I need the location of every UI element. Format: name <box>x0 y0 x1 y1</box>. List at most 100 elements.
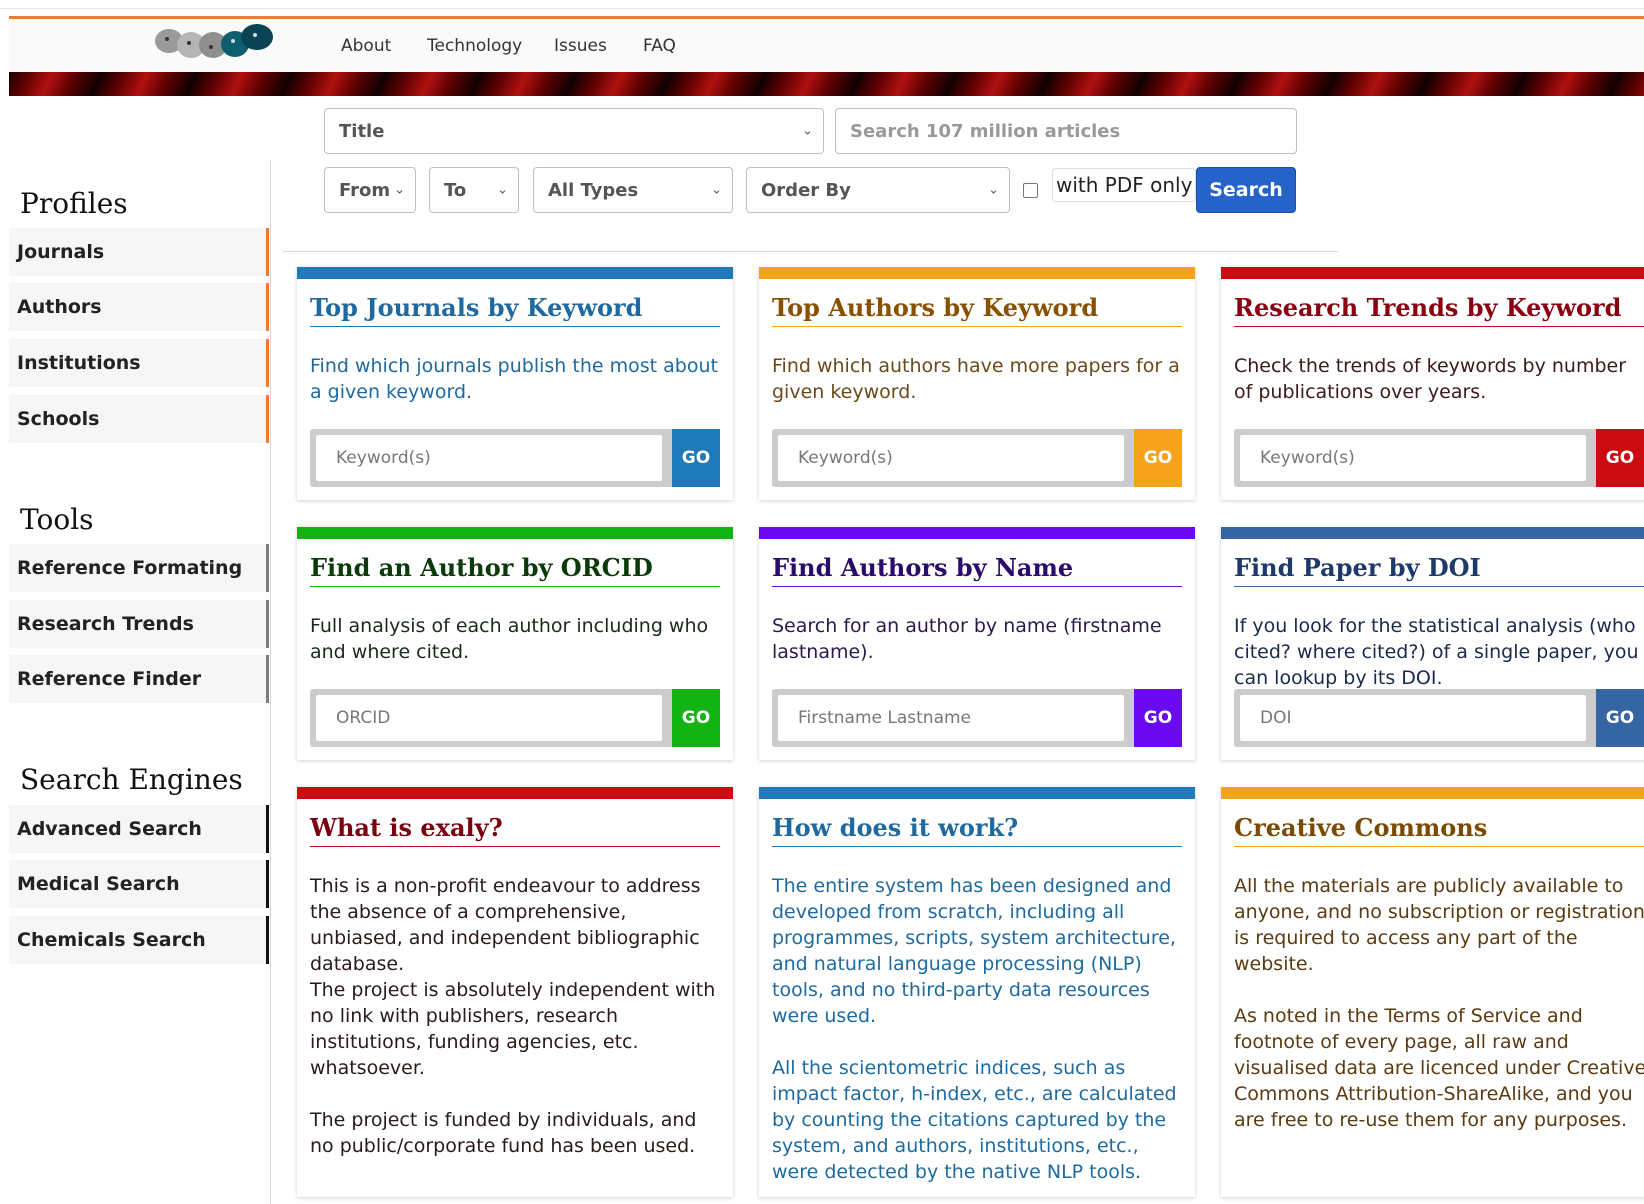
doi-search-group: DOI GO <box>1234 689 1644 747</box>
sidebar-item-authors[interactable]: Authors <box>9 283 269 331</box>
sidebar-item-institutions[interactable]: Institutions <box>9 339 269 387</box>
doi-input[interactable]: DOI <box>1240 695 1586 741</box>
card-title[interactable]: Find Authors by Name <box>772 553 1182 587</box>
profiles-heading: Profiles <box>20 187 128 220</box>
card-title[interactable]: Top Journals by Keyword <box>310 293 720 327</box>
from-year-value: From <box>339 179 391 201</box>
chevron-down-icon: ⌄ <box>394 182 405 198</box>
card-research-trends: Research Trends by Keyword Check the tre… <box>1221 267 1644 500</box>
logo-dice-icon[interactable] <box>149 19 309 69</box>
search-input-placeholder: Search 107 million articles <box>850 120 1121 142</box>
chevron-down-icon: ⌄ <box>497 182 508 198</box>
pdf-only-checkbox[interactable] <box>1023 183 1038 198</box>
card-creative-commons: Creative Commons All the materials are p… <box>1221 787 1644 1197</box>
type-select[interactable]: All Types ⌄ <box>533 167 733 213</box>
chevron-down-icon: ⌄ <box>802 123 813 139</box>
card-how-does-it-work: How does it work? The entire system has … <box>759 787 1195 1197</box>
card-orcid: Find an Author by ORCID Full analysis of… <box>297 527 733 760</box>
card-paragraph: The project is funded by individuals, an… <box>310 1109 697 1157</box>
from-year-select[interactable]: From ⌄ <box>324 167 416 213</box>
input-placeholder: Keyword(s) <box>336 448 431 468</box>
sidebar-item-journals[interactable]: Journals <box>9 228 269 276</box>
card-color-bar <box>759 267 1195 279</box>
nav-technology[interactable]: Technology <box>427 36 522 56</box>
sidebar-item-advanced-search[interactable]: Advanced Search <box>9 805 269 853</box>
card-title: Creative Commons <box>1234 813 1644 847</box>
top-navbar: About Technology Issues FAQ <box>9 16 1644 72</box>
sidebar-item-medical-search[interactable]: Medical Search <box>9 860 269 908</box>
nav-about[interactable]: About <box>341 36 391 56</box>
order-select-value: Order By <box>761 179 851 201</box>
card-title[interactable]: Top Authors by Keyword <box>772 293 1182 327</box>
author-name-input[interactable]: Firstname Lastname <box>778 695 1124 741</box>
doi-go-button[interactable]: GO <box>1596 689 1644 747</box>
orcid-input[interactable]: ORCID <box>316 695 662 741</box>
card-description: Find which journals publish the most abo… <box>310 355 718 403</box>
card-color-bar <box>759 527 1195 539</box>
card-title[interactable]: Find an Author by ORCID <box>310 553 720 587</box>
keyword-search-group: Keyword(s) GO <box>772 429 1182 487</box>
authors-keyword-input[interactable]: Keyword(s) <box>778 435 1124 481</box>
card-paragraph: As noted in the Terms of Service and foo… <box>1234 1005 1644 1131</box>
input-placeholder: Keyword(s) <box>1260 448 1355 468</box>
search-field-select[interactable]: Title ⌄ <box>324 108 824 154</box>
name-search-group: Firstname Lastname GO <box>772 689 1182 747</box>
top-divider <box>0 8 1644 9</box>
chevron-down-icon: ⌄ <box>711 182 722 198</box>
search-field-select-value: Title <box>339 120 385 142</box>
orcid-go-button[interactable]: GO <box>672 689 720 747</box>
to-year-value: To <box>444 179 467 201</box>
card-title[interactable]: Research Trends by Keyword <box>1234 293 1644 327</box>
pdf-only-label[interactable]: with PDF only <box>1052 168 1197 202</box>
journals-keyword-input[interactable]: Keyword(s) <box>316 435 662 481</box>
card-description: Check the trends of keywords by number o… <box>1234 355 1627 403</box>
sidebar-item-reference-formating[interactable]: Reference Formating <box>9 544 269 592</box>
card-paragraph: All the materials are publicly available… <box>1234 875 1644 975</box>
nav-issues[interactable]: Issues <box>554 36 607 56</box>
input-placeholder: ORCID <box>336 708 391 728</box>
card-color-bar <box>297 527 733 539</box>
order-select[interactable]: Order By ⌄ <box>746 167 1010 213</box>
sidebar-item-reference-finder[interactable]: Reference Finder <box>9 655 269 703</box>
nav-faq[interactable]: FAQ <box>643 36 676 56</box>
card-color-bar <box>1221 787 1644 799</box>
card-description: Search for an author by name (firstname … <box>772 615 1162 663</box>
card-paragraph: All the scientometric indices, such as i… <box>772 1057 1177 1183</box>
content-divider <box>283 251 1338 252</box>
chevron-down-icon: ⌄ <box>988 182 999 198</box>
sidebar-item-research-trends[interactable]: Research Trends <box>9 600 269 648</box>
sidebar-item-schools[interactable]: Schools <box>9 395 269 443</box>
orcid-search-group: ORCID GO <box>310 689 720 747</box>
card-top-journals: Top Journals by Keyword Find which journ… <box>297 267 733 500</box>
search-button[interactable]: Search <box>1196 167 1296 213</box>
search-engines-heading: Search Engines <box>20 763 243 796</box>
card-paper-by-doi: Find Paper by DOI If you look for the st… <box>1221 527 1644 760</box>
search-input[interactable]: Search 107 million articles <box>835 108 1297 154</box>
card-top-authors: Top Authors by Keyword Find which author… <box>759 267 1195 500</box>
input-placeholder: Keyword(s) <box>798 448 893 468</box>
keyword-search-group: Keyword(s) GO <box>310 429 720 487</box>
authors-go-button[interactable]: GO <box>1134 429 1182 487</box>
card-description: Find which authors have more papers for … <box>772 355 1180 403</box>
card-paragraph: The entire system has been designed and … <box>772 875 1176 1027</box>
sidebar-item-chemicals-search[interactable]: Chemicals Search <box>9 916 269 964</box>
journals-go-button[interactable]: GO <box>672 429 720 487</box>
input-placeholder: Firstname Lastname <box>798 708 972 728</box>
keyword-search-group: Keyword(s) GO <box>1234 429 1644 487</box>
to-year-select[interactable]: To ⌄ <box>429 167 519 213</box>
card-color-bar <box>759 787 1195 799</box>
author-name-go-button[interactable]: GO <box>1134 689 1182 747</box>
sidebar-divider <box>270 160 271 1204</box>
card-color-bar <box>1221 527 1644 539</box>
card-title[interactable]: Find Paper by DOI <box>1234 553 1644 587</box>
card-title: How does it work? <box>772 813 1182 847</box>
card-title: What is exaly? <box>310 813 720 847</box>
trends-keyword-input[interactable]: Keyword(s) <box>1240 435 1586 481</box>
card-description: If you look for the statistical analysis… <box>1234 615 1639 689</box>
card-color-bar <box>297 267 733 279</box>
trends-go-button[interactable]: GO <box>1596 429 1644 487</box>
card-color-bar <box>297 787 733 799</box>
tools-heading: Tools <box>20 503 94 536</box>
card-authors-by-name: Find Authors by Name Search for an autho… <box>759 527 1195 760</box>
card-paragraph: The project is absolutely independent wi… <box>310 979 716 1079</box>
